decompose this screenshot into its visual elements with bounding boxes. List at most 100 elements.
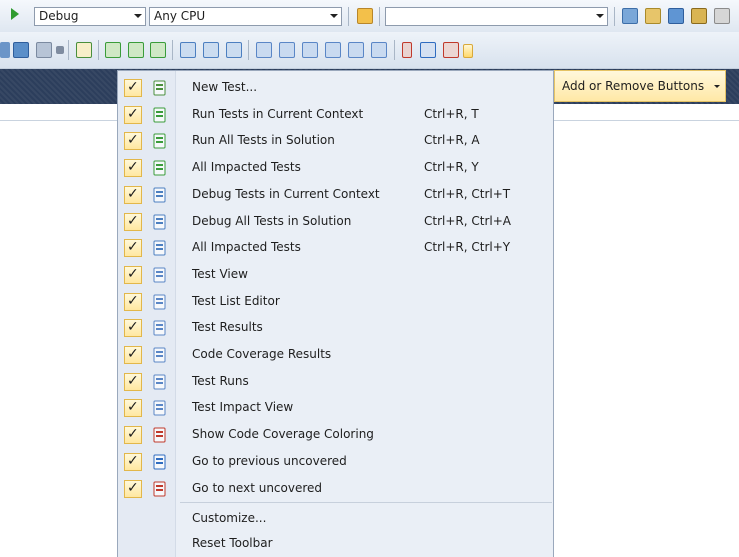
solution-configuration-combo[interactable]: Debug <box>34 7 146 26</box>
menu-item[interactable]: New Test... <box>118 75 553 101</box>
find-in-files-icon[interactable] <box>357 8 373 24</box>
step-over-icon[interactable] <box>13 42 29 58</box>
checkmark-icon <box>124 185 142 204</box>
menu-item-shortcut: Ctrl+R, T <box>424 106 479 121</box>
test-runs-icon[interactable] <box>348 42 364 58</box>
test-runs-icon <box>152 374 168 390</box>
checkmark-icon <box>124 105 142 124</box>
menu-item-label: Test View <box>192 266 248 281</box>
menu-item-label: Test Runs <box>192 373 249 388</box>
checkmark-icon <box>124 479 142 498</box>
checkmark-icon <box>124 346 142 364</box>
overflow-chevron-icon[interactable] <box>56 46 64 54</box>
menu-item[interactable]: Show Code Coverage Coloring <box>118 422 553 448</box>
menu-item[interactable]: Code Coverage Results <box>118 342 553 368</box>
debug-all-tests-icon[interactable] <box>203 42 219 58</box>
menu-item-label: New Test... <box>192 80 258 94</box>
customize-menu-item[interactable]: Customize... <box>118 506 553 530</box>
menu-item[interactable]: Test Results <box>118 315 553 341</box>
run-impacted-tests-icon[interactable] <box>150 42 166 58</box>
solution-explorer-icon[interactable] <box>622 8 638 24</box>
test-view-icon[interactable] <box>256 42 272 58</box>
menu-item-shortcut: Ctrl+R, Ctrl+A <box>424 213 511 228</box>
debug-impacted-tests-icon[interactable] <box>226 42 242 58</box>
previous-uncovered-icon <box>152 454 168 470</box>
test-results-icon[interactable] <box>302 42 318 58</box>
add-remove-buttons-menu: New Test... Run Tests in Current Context C… <box>117 70 554 557</box>
menu-item-label: Run Tests in Current Context <box>192 106 364 121</box>
reset-toolbar-label: Reset Toolbar <box>192 536 273 550</box>
tools-icon[interactable] <box>714 8 730 24</box>
chevron-down-icon <box>714 85 720 88</box>
start-debugging-icon[interactable] <box>11 8 19 20</box>
debug-tests-context-icon[interactable] <box>180 42 196 58</box>
menu-item[interactable]: Debug Tests in Current Context Ctrl+R, Ct… <box>118 182 553 208</box>
menu-item-label: Code Coverage Results <box>192 347 332 361</box>
toolbar-separator <box>348 7 349 26</box>
chevron-down-icon <box>330 14 338 18</box>
toolbox-icon[interactable] <box>691 8 707 24</box>
debug-all-tests-icon <box>152 214 168 230</box>
next-uncovered-icon[interactable] <box>443 42 459 58</box>
menu-item[interactable]: Test List Editor <box>118 289 553 315</box>
toolbar-separator <box>379 7 380 26</box>
checkmark-icon <box>124 292 142 311</box>
solution-platform-combo[interactable]: Any CPU <box>149 7 342 26</box>
menu-item-label: All Impacted Tests <box>192 240 301 255</box>
customize-label: Customize... <box>192 511 267 525</box>
run-tests-context-icon <box>152 107 168 123</box>
toolbar-separator <box>68 40 69 60</box>
new-test-icon[interactable] <box>76 42 92 58</box>
solution-configuration-value: Debug <box>39 9 79 23</box>
checkmark-icon <box>124 319 142 338</box>
breakpoint-window-icon[interactable] <box>36 42 52 58</box>
toolbar-options-chevron-icon[interactable] <box>463 44 473 58</box>
menu-separator <box>180 502 552 503</box>
menu-item-label: All Impacted Tests <box>192 160 301 175</box>
new-test-icon <box>152 80 168 96</box>
coverage-coloring-icon[interactable] <box>402 42 412 58</box>
menu-item[interactable]: Test View <box>118 262 553 288</box>
test-tools-toolbar <box>0 32 739 69</box>
menu-item[interactable]: Run Tests in Current Context Ctrl+R, T <box>118 102 553 128</box>
toolbar-separator <box>614 7 615 26</box>
debug-impacted-tests-icon <box>152 240 168 256</box>
menu-item-shortcut: Ctrl+R, A <box>424 133 480 148</box>
toolbar-separator <box>248 40 249 60</box>
run-all-tests-icon <box>152 133 168 149</box>
menu-item[interactable]: Test Runs <box>118 369 553 395</box>
menu-item-label: Debug All Tests in Solution <box>192 213 352 228</box>
checkmark-icon <box>124 265 142 284</box>
find-combo[interactable] <box>385 7 608 26</box>
properties-window-icon[interactable] <box>645 8 661 24</box>
menu-item[interactable]: Go to previous uncovered <box>118 449 553 475</box>
menu-item[interactable]: Test Impact View <box>118 395 553 421</box>
test-list-editor-icon[interactable] <box>279 42 295 58</box>
menu-item[interactable]: Debug All Tests in Solution Ctrl+R, Ctrl+… <box>118 209 553 235</box>
reset-toolbar-menu-item[interactable]: Reset Toolbar <box>118 531 553 555</box>
menu-item[interactable]: Run All Tests in Solution Ctrl+R, A <box>118 128 553 154</box>
test-impact-view-icon[interactable] <box>371 42 387 58</box>
toolbar-separator <box>98 40 99 60</box>
run-all-tests-icon[interactable] <box>128 42 144 58</box>
add-or-remove-buttons-label: Add or Remove Buttons <box>562 79 705 93</box>
object-browser-icon[interactable] <box>668 8 684 24</box>
menu-item-label: Show Code Coverage Coloring <box>192 427 374 442</box>
test-view-icon <box>152 267 168 283</box>
menu-item-label: Test Results <box>192 320 263 335</box>
checkmark-icon <box>124 239 142 258</box>
code-coverage-results-icon <box>152 347 168 363</box>
menu-item[interactable]: Go to next uncovered <box>118 476 553 502</box>
code-coverage-results-icon[interactable] <box>325 42 341 58</box>
menu-item[interactable]: All Impacted Tests Ctrl+R, Ctrl+Y <box>118 235 553 261</box>
chevron-down-icon <box>134 14 142 18</box>
toolbar-icon[interactable] <box>0 42 10 58</box>
chevron-down-icon <box>596 14 604 18</box>
menu-item[interactable]: All Impacted Tests Ctrl+R, Y <box>118 155 553 181</box>
menu-item-label: Debug Tests in Current Context <box>192 186 380 201</box>
toolbar-separator <box>394 40 395 60</box>
add-or-remove-buttons-item[interactable]: Add or Remove Buttons <box>554 70 726 102</box>
coverage-coloring-icon <box>152 427 168 443</box>
previous-uncovered-icon[interactable] <box>420 42 436 58</box>
run-tests-context-icon[interactable] <box>105 42 121 58</box>
